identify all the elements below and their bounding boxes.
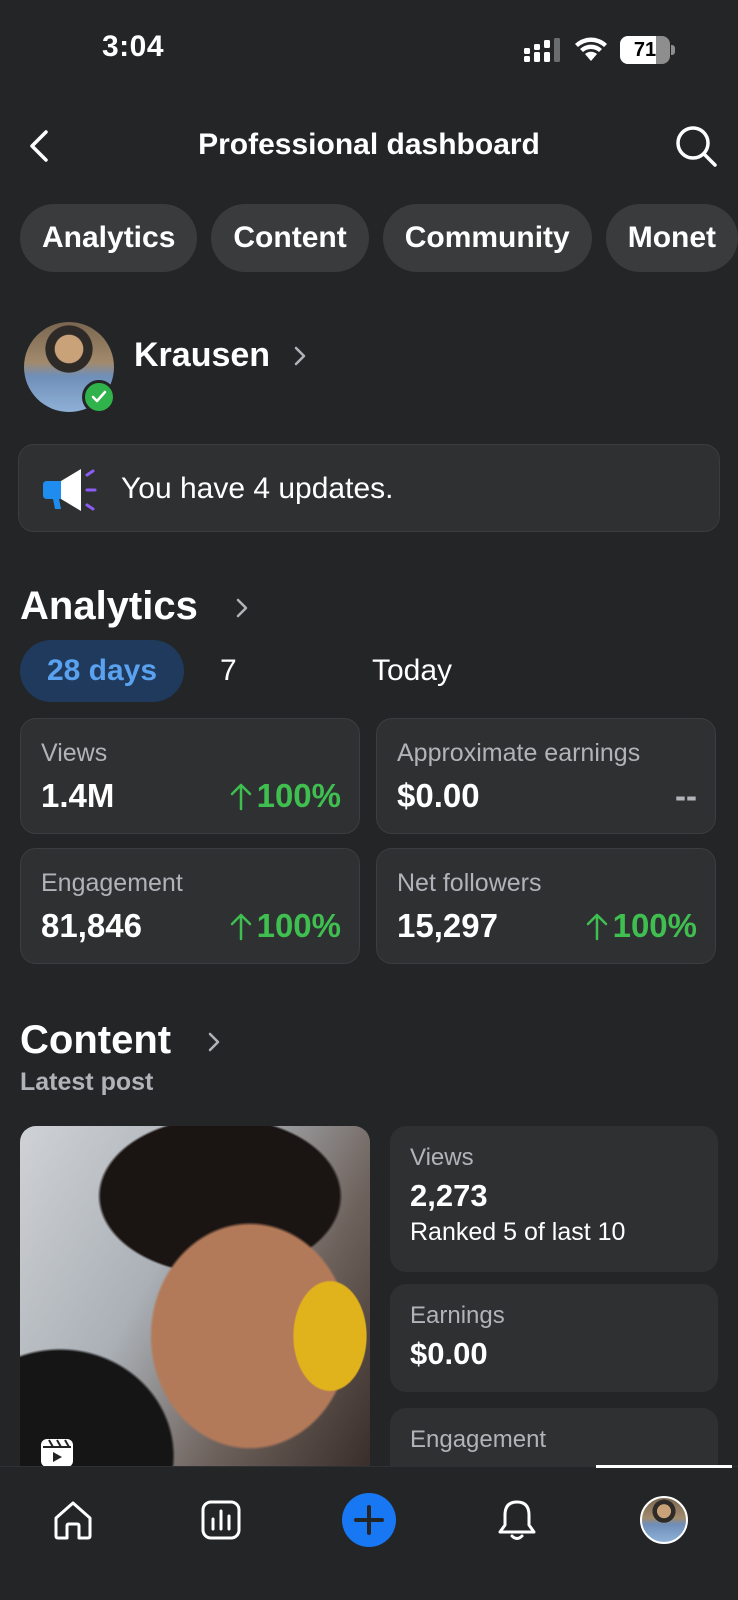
updates-text: You have 4 updates.: [121, 472, 394, 505]
verified-check-icon: [82, 380, 116, 414]
stat-value: 1.4M: [41, 777, 115, 814]
create-button[interactable]: [342, 1493, 396, 1547]
analytics-chevron-icon[interactable]: [234, 596, 250, 620]
up-arrow-icon: [230, 783, 251, 811]
range-today[interactable]: Today: [372, 640, 452, 702]
stat-change: 100%: [229, 907, 341, 945]
status-bar: 3:04 71: [0, 0, 738, 100]
nav-home[interactable]: [38, 1485, 108, 1555]
stat-change: 100%: [229, 777, 341, 815]
stat-card-views[interactable]: Views 1.4M 100%: [20, 718, 360, 834]
stat-value: 15,297: [397, 907, 498, 944]
post-views-label: Views: [410, 1144, 474, 1171]
plus-icon: [354, 1505, 384, 1535]
nav-profile[interactable]: [629, 1485, 699, 1555]
post-views-value: 2,273: [410, 1178, 488, 1213]
tab-community[interactable]: Community: [382, 204, 592, 272]
reel-icon: [41, 1439, 73, 1466]
dashboard-tabs: Analytics Content Community Monet: [20, 204, 738, 274]
stat-value: $0.00: [397, 777, 480, 814]
tab-monetization[interactable]: Monet: [605, 204, 738, 272]
post-views-rank: Ranked 5 of last 10: [410, 1218, 626, 1246]
post-engagement-card[interactable]: Engagement: [390, 1408, 718, 1468]
stat-label: Net followers: [397, 869, 542, 897]
stat-card-engagement[interactable]: Engagement 81,846 100%: [20, 848, 360, 964]
bell-icon: [498, 1500, 536, 1540]
analytics-heading[interactable]: Analytics: [20, 584, 198, 629]
active-tab-indicator: [596, 1465, 732, 1468]
post-earnings-value: $0.00: [410, 1336, 488, 1371]
up-arrow-icon: [586, 913, 607, 941]
tab-analytics[interactable]: Analytics: [20, 204, 198, 272]
range-28-days[interactable]: 28 days: [20, 640, 184, 702]
stat-card-net-followers[interactable]: Net followers 15,297 100%: [376, 848, 716, 964]
latest-post-label: Latest post: [20, 1068, 154, 1096]
stat-change: --: [675, 777, 697, 814]
post-earnings-label: Earnings: [410, 1302, 505, 1329]
page-title: Professional dashboard: [198, 128, 540, 161]
stat-value: 81,846: [41, 907, 142, 944]
stat-change: 100%: [585, 907, 697, 945]
bottom-nav: [0, 1465, 738, 1600]
up-arrow-icon: [230, 913, 251, 941]
home-icon: [54, 1501, 92, 1540]
search-icon[interactable]: [674, 124, 718, 168]
stat-card-earnings[interactable]: Approximate earnings $0.00 --: [376, 718, 716, 834]
post-views-card[interactable]: Views 2,273 Ranked 5 of last 10: [390, 1126, 718, 1272]
megaphone-icon: [43, 469, 97, 511]
updates-banner[interactable]: You have 4 updates.: [18, 444, 720, 532]
post-engagement-label: Engagement: [410, 1426, 547, 1453]
battery-indicator: 71: [620, 36, 675, 64]
stat-label: Engagement: [41, 869, 183, 897]
tab-content[interactable]: Content: [211, 204, 369, 272]
profile-name[interactable]: Krausen: [134, 336, 270, 375]
content-chevron-icon[interactable]: [206, 1030, 222, 1054]
latest-post-thumbnail[interactable]: [20, 1126, 370, 1466]
chevron-right-icon: [294, 346, 306, 366]
insights-icon: [201, 1500, 241, 1540]
stat-label: Views: [41, 739, 108, 767]
top-header: Professional dashboard: [0, 110, 738, 182]
range-7-days[interactable]: 7 days: [220, 640, 283, 749]
nav-notifications[interactable]: [482, 1485, 552, 1555]
wifi-icon: [575, 37, 607, 61]
profile-row[interactable]: Krausen: [24, 322, 624, 414]
status-time: 3:04: [102, 30, 165, 63]
profile-avatar: [640, 1496, 688, 1544]
battery-percent: 71: [633, 39, 657, 61]
nav-insights[interactable]: [186, 1485, 256, 1555]
signal-icon: [524, 38, 560, 62]
stat-label: Approximate earnings: [397, 739, 641, 767]
professional-dashboard-screen: 3:04 71 Professional dashboard Analytics…: [0, 0, 738, 1600]
content-heading[interactable]: Content: [20, 1018, 171, 1063]
post-earnings-card[interactable]: Earnings $0.00: [390, 1284, 718, 1392]
